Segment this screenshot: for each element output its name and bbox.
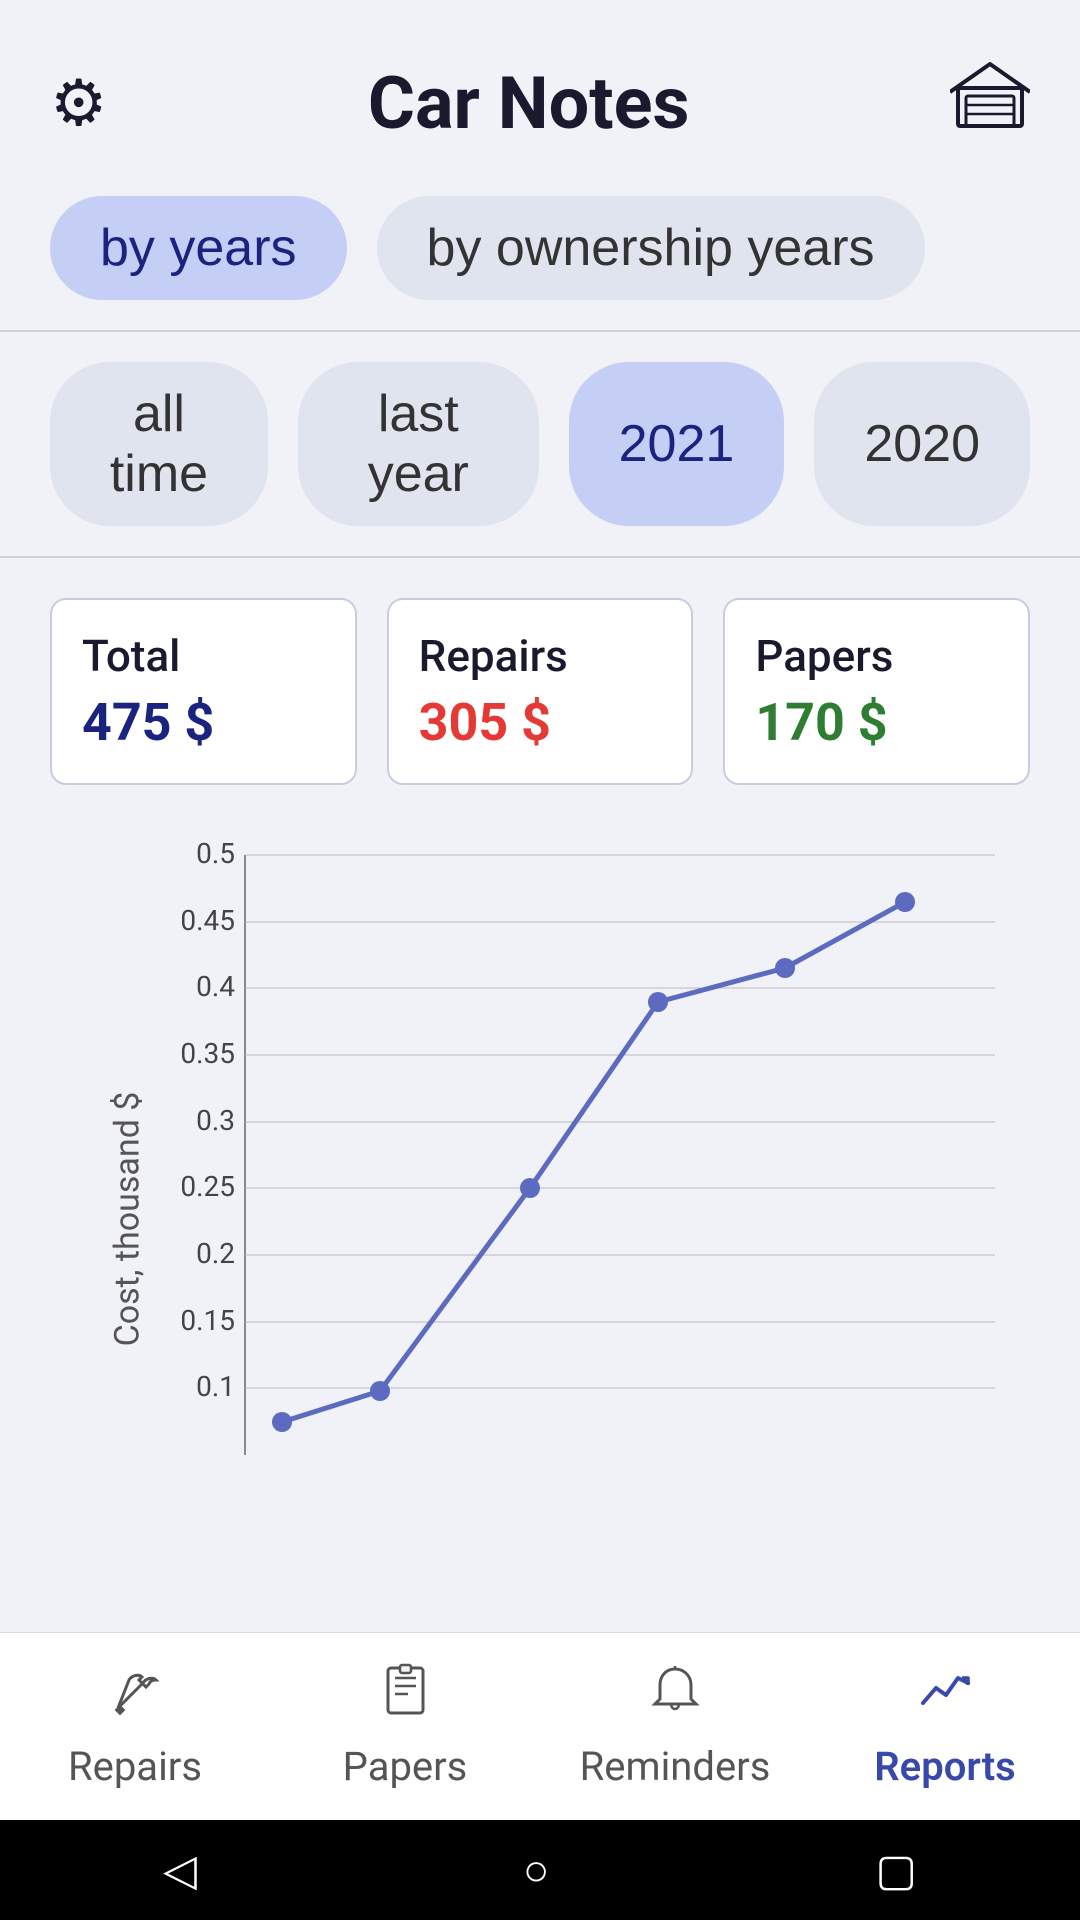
- chart-container: Cost, thousand $ .y-tick { font-size: 28…: [0, 805, 1080, 1632]
- papers-icon: [378, 1663, 433, 1733]
- nav-reports-label: Reports: [874, 1743, 1015, 1790]
- page-title: Car Notes: [368, 61, 690, 146]
- svg-text:0.1: 0.1: [196, 1370, 235, 1403]
- card-repairs-value: 305 $: [419, 692, 662, 753]
- y-axis-label: Cost, thousand $: [107, 1091, 147, 1346]
- reports-icon: [918, 1663, 973, 1733]
- chip-2021[interactable]: 2021: [569, 362, 785, 526]
- divider-2: [0, 556, 1080, 558]
- svg-text:0.4: 0.4: [196, 970, 235, 1003]
- card-papers-value: 170 $: [755, 692, 998, 753]
- card-total-label: Total: [82, 630, 325, 682]
- nav-reports[interactable]: Reports: [810, 1653, 1080, 1800]
- recent-button[interactable]: ▢: [875, 1844, 917, 1896]
- reminders-icon: [648, 1663, 703, 1733]
- chip-all-time[interactable]: all time: [50, 362, 268, 526]
- svg-text:0.25: 0.25: [180, 1170, 235, 1203]
- android-nav: ◁ ○ ▢: [0, 1820, 1080, 1920]
- nav-reminders[interactable]: Reminders: [540, 1653, 810, 1800]
- bottom-nav: Repairs Papers Reminders: [0, 1632, 1080, 1820]
- chip-2020[interactable]: 2020: [814, 362, 1030, 526]
- card-total-value: 475 $: [82, 692, 325, 753]
- back-button[interactable]: ◁: [163, 1844, 197, 1896]
- svg-text:0.3: 0.3: [196, 1104, 235, 1137]
- chart-svg: .y-tick { font-size: 28px; fill: #444; t…: [90, 835, 1040, 1495]
- header: ⚙ Car Notes: [0, 0, 1080, 176]
- filter-row-1: by years by ownership years: [0, 176, 1080, 320]
- card-repairs-label: Repairs: [419, 630, 662, 682]
- nav-reminders-label: Reminders: [580, 1743, 771, 1790]
- card-repairs: Repairs 305 $: [387, 598, 694, 785]
- nav-repairs-label: Repairs: [68, 1743, 202, 1790]
- svg-text:0.5: 0.5: [196, 837, 235, 870]
- card-papers: Papers 170 $: [723, 598, 1030, 785]
- card-total: Total 475 $: [50, 598, 357, 785]
- card-papers-label: Papers: [755, 630, 998, 682]
- nav-papers-label: Papers: [343, 1743, 468, 1790]
- nav-repairs[interactable]: Repairs: [0, 1653, 270, 1800]
- home-button[interactable]: ○: [523, 1844, 550, 1896]
- chip-last-year[interactable]: last year: [298, 362, 539, 526]
- repairs-icon: [108, 1663, 163, 1733]
- nav-papers[interactable]: Papers: [270, 1653, 540, 1800]
- svg-text:0.35: 0.35: [180, 1037, 235, 1070]
- svg-text:0.2: 0.2: [196, 1237, 235, 1270]
- svg-text:0.45: 0.45: [180, 904, 235, 937]
- chip-by-years[interactable]: by years: [50, 196, 347, 300]
- divider-1: [0, 330, 1080, 332]
- gear-icon[interactable]: ⚙: [50, 66, 107, 141]
- svg-text:0.15: 0.15: [180, 1304, 235, 1337]
- chip-by-ownership-years[interactable]: by ownership years: [377, 196, 925, 300]
- car-icon[interactable]: [950, 60, 1030, 146]
- cards-row: Total 475 $ Repairs 305 $ Papers 170 $: [0, 568, 1080, 805]
- filter-row-2: all time last year 2021 2020: [0, 342, 1080, 546]
